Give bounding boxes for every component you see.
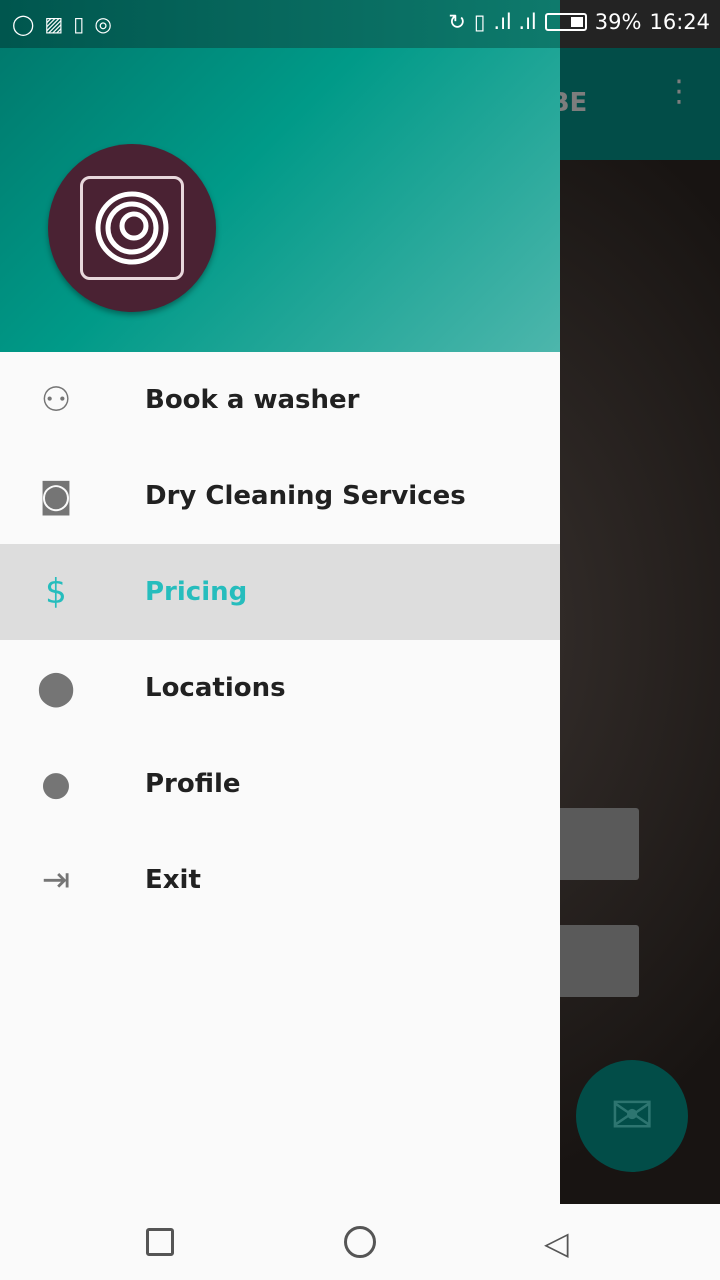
washing-machine-icon: ◙: [39, 476, 73, 516]
battery-icon: [544, 13, 587, 31]
navigation-drawer: ⚇ Book a washer ◙ Dry Cleaning Services $ P…: [0, 0, 560, 1204]
image-notification-icon: ▨: [44, 12, 64, 36]
drawer-item-profile[interactable]: ● Profile: [0, 736, 560, 832]
person-icon: ●: [41, 764, 71, 804]
battery-percent: 39%: [594, 10, 642, 34]
signal-icon: .ıl .ıl: [493, 10, 537, 34]
drawer-item-book-washer[interactable]: ⚇ Book a washer: [0, 352, 560, 448]
chat-notification-icon: ◯: [12, 12, 35, 36]
more-vert-icon[interactable]: ⋮: [664, 77, 694, 126]
person-outline-icon: ⚇: [40, 380, 72, 420]
drawer-item-locations[interactable]: ⬤ Locations: [0, 640, 560, 736]
system-nav-bar: ◁: [0, 1204, 720, 1280]
vibrate-icon: ▯: [473, 10, 486, 34]
drawer-item-dry-cleaning[interactable]: ◙ Dry Cleaning Services: [0, 448, 560, 544]
recents-button[interactable]: [146, 1228, 174, 1256]
mail-icon: ✉: [610, 1086, 654, 1146]
dollar-icon: $: [45, 572, 67, 612]
location-pin-icon: ⬤: [36, 668, 76, 708]
drawer-header: [0, 0, 560, 352]
home-button[interactable]: [344, 1226, 376, 1258]
drawer-item-exit[interactable]: ⇥ Exit: [0, 832, 560, 928]
clock: 16:24: [649, 10, 710, 34]
email-fab[interactable]: ✉: [576, 1060, 688, 1172]
sync-icon: ↻: [448, 10, 466, 34]
back-button[interactable]: ◁: [544, 1224, 569, 1262]
app-logo: [80, 176, 184, 280]
status-bar: ◯ ▨ ▯ ◎ ↻ ▯ .ıl .ıl 39% 16:24: [0, 0, 720, 48]
drawer-item-pricing[interactable]: $ Pricing: [0, 544, 560, 640]
battery-saver-icon: ▯: [73, 12, 85, 36]
avatar: [48, 144, 216, 312]
settings-notification-icon: ◎: [94, 12, 112, 36]
exit-icon: ⇥: [41, 860, 71, 900]
